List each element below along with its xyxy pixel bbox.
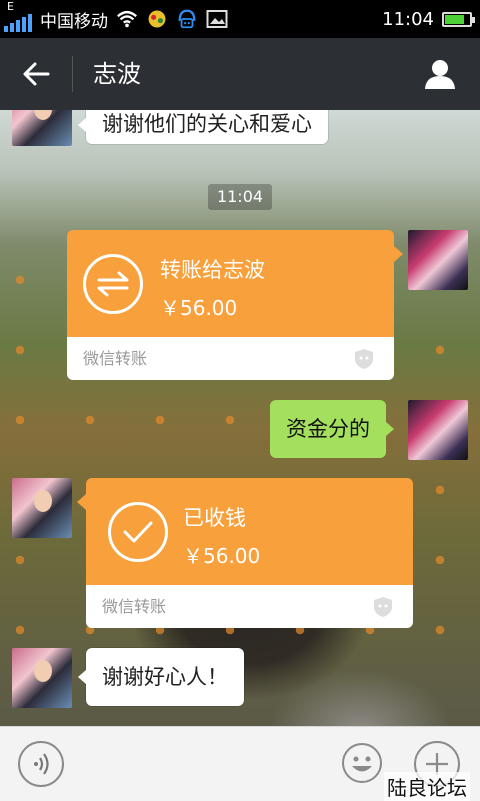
chat-area[interactable]: 谢谢他们的关心和爱心 11:04 转账给志波 ￥56.00 微信转账 资金分的: [0, 110, 480, 726]
message-bubble[interactable]: 谢谢好心人！: [78, 648, 244, 706]
signal-icon: [4, 14, 32, 32]
status-bar: E 中国移动 11:04: [0, 0, 480, 38]
transfer-footer: 微信转账: [102, 597, 167, 616]
message-text: 谢谢他们的关心和爱心: [102, 112, 312, 136]
transfer-title: 已收钱: [183, 506, 246, 530]
qq-icon: [176, 8, 198, 30]
header-divider: [72, 56, 73, 92]
transfer-arrows-icon: [83, 254, 143, 314]
transfer-card-sent[interactable]: 转账给志波 ￥56.00 微信转账: [67, 230, 394, 380]
message-timestamp: 11:04: [208, 184, 272, 210]
forum-watermark: 陆良论坛: [384, 772, 470, 801]
carrier-name: 中国移动: [40, 11, 108, 32]
app-notification-icon: [146, 8, 168, 30]
transfer-amount: ￥56.00: [183, 544, 261, 568]
avatar[interactable]: [12, 648, 72, 708]
wifi-icon: [116, 8, 138, 30]
transfer-footer: 微信转账: [83, 349, 148, 368]
bubble-tail: [77, 494, 86, 510]
emoji-icon[interactable]: [340, 741, 384, 785]
avatar-self[interactable]: [408, 230, 468, 290]
bubble-tail: [394, 246, 403, 262]
avatar-self[interactable]: [408, 400, 468, 460]
avatar[interactable]: [12, 478, 72, 538]
transfer-card-received[interactable]: 已收钱 ￥56.00 微信转账: [86, 478, 413, 628]
chat-title: 志波: [93, 60, 141, 88]
avatar[interactable]: [12, 110, 72, 146]
chat-header: 志波: [0, 38, 480, 110]
check-icon: [108, 502, 168, 562]
back-arrow-icon[interactable]: [18, 56, 54, 92]
person-icon[interactable]: [422, 56, 458, 92]
message-bubble-sent[interactable]: 资金分的: [270, 400, 394, 458]
message-text: 资金分的: [286, 417, 370, 441]
status-time: 11:04: [382, 8, 434, 30]
image-icon: [206, 8, 228, 30]
message-text: 谢谢好心人！: [102, 665, 228, 689]
battery-icon: [442, 11, 475, 27]
message-bubble[interactable]: 谢谢他们的关心和爱心: [78, 110, 328, 144]
transfer-title: 转账给志波: [160, 258, 265, 282]
wechat-pay-logo-icon: [352, 347, 376, 371]
transfer-amount: ￥56.00: [160, 296, 238, 320]
voice-icon[interactable]: [18, 741, 64, 787]
wechat-pay-logo-icon: [371, 595, 395, 619]
